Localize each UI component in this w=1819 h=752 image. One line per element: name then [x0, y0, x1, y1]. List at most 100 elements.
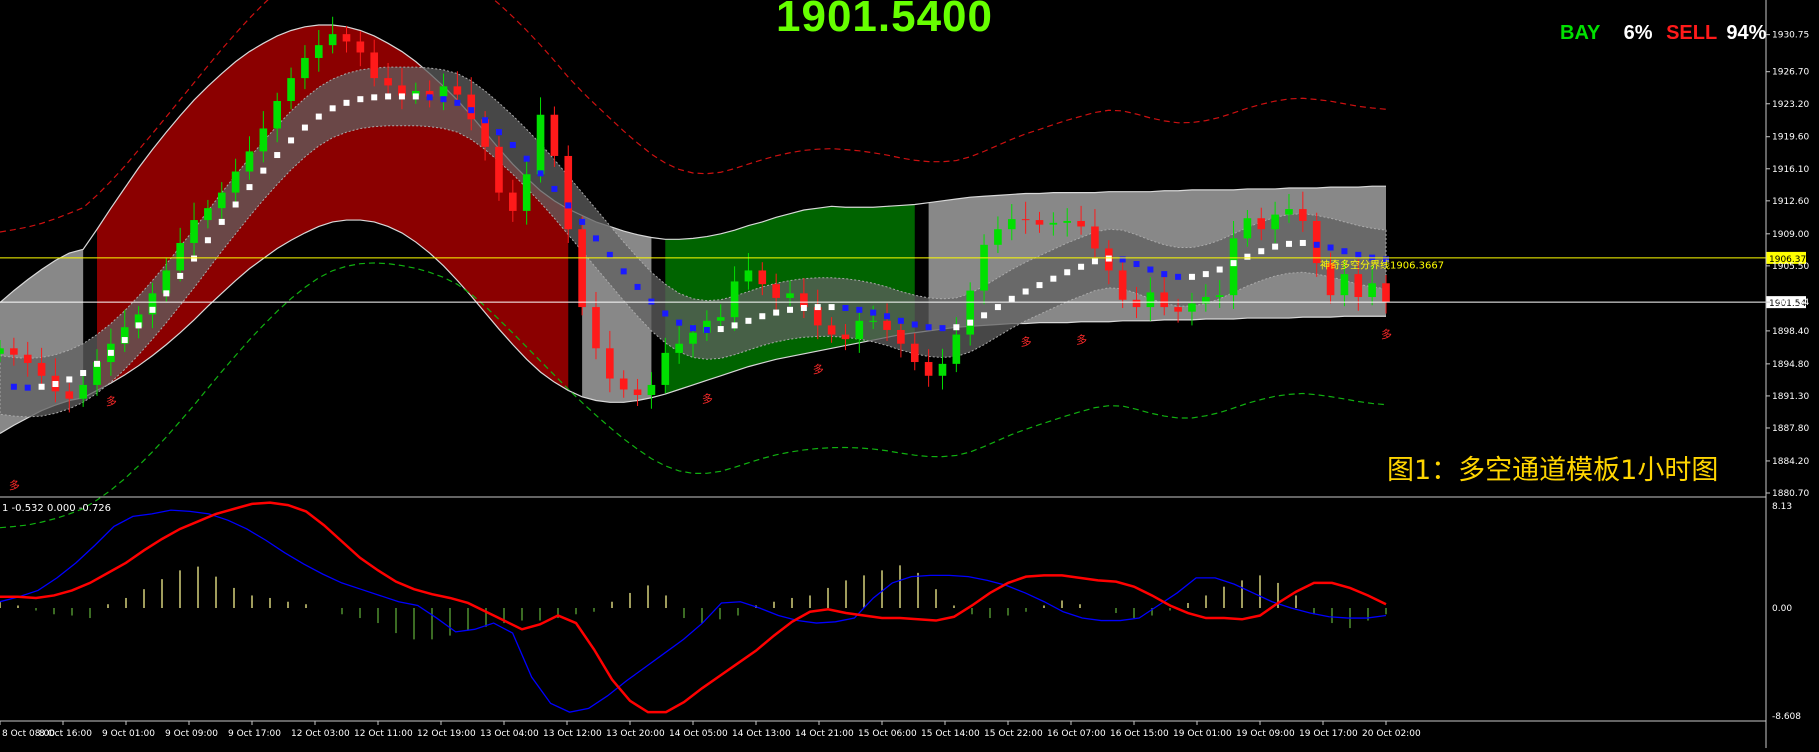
mid-line-marker	[1188, 273, 1195, 280]
mid-line-marker	[620, 268, 627, 275]
mid-line-marker	[440, 96, 447, 103]
bay-percent: 6%	[1623, 22, 1653, 44]
candle-body	[1188, 303, 1196, 312]
price-tick-label: 1916.10	[1772, 165, 1809, 175]
candle-body	[786, 293, 794, 298]
mid-line-marker	[953, 324, 960, 331]
candle-body	[966, 290, 975, 335]
candle-body	[869, 320, 877, 322]
mid-line-marker	[1119, 256, 1126, 263]
mid-line-marker	[634, 283, 641, 290]
candle-body	[273, 101, 282, 129]
candle-body	[1091, 226, 1099, 249]
macd-header-values: 1 -0.532 0.000 -0.726	[2, 503, 111, 514]
mid-line-marker	[856, 306, 863, 313]
signal-label: 多	[813, 362, 824, 376]
time-tick-label: 14 Oct 13:00	[732, 729, 791, 739]
mid-line-marker	[814, 304, 821, 311]
mid-line-marker	[551, 185, 558, 192]
candle-body	[37, 362, 46, 376]
mid-line-marker	[994, 304, 1001, 311]
candle-body	[744, 270, 753, 282]
candle-body	[162, 270, 171, 294]
candle-body	[1354, 274, 1363, 298]
mid-line-marker	[315, 113, 322, 120]
price-tick-label: 1909.00	[1772, 230, 1809, 240]
mid-line-marker	[592, 235, 599, 242]
candle-body	[536, 114, 545, 175]
time-tick-label: 16 Oct 07:00	[1047, 729, 1106, 739]
mid-line-marker	[1202, 271, 1209, 278]
mid-line-marker	[1258, 248, 1265, 255]
mid-line-marker	[523, 155, 530, 162]
candle-body	[79, 384, 87, 399]
time-tick-label: 13 Oct 20:00	[606, 729, 665, 739]
mid-line-marker	[1022, 288, 1029, 295]
candle-body	[301, 57, 309, 79]
price-tick-label: 1894.80	[1772, 360, 1809, 370]
mid-line-marker	[773, 309, 780, 316]
mid-line-marker	[371, 94, 378, 101]
mid-line-marker	[509, 141, 516, 148]
time-tick-label: 15 Oct 22:00	[984, 729, 1043, 739]
mid-line-marker	[468, 107, 475, 114]
candle-body	[841, 334, 850, 340]
mid-line-marker	[232, 201, 239, 208]
mid-line-marker	[925, 324, 932, 331]
mid-line-marker	[52, 381, 59, 388]
candle-body	[1215, 295, 1224, 298]
mid-line-marker	[1272, 243, 1279, 250]
mid-line-marker	[329, 105, 336, 112]
signal-label: 多	[9, 478, 20, 492]
candle-body	[994, 229, 1002, 245]
candle-body	[1243, 218, 1252, 239]
candle-body	[897, 329, 905, 344]
mid-line-marker	[1327, 244, 1334, 251]
candle-body	[10, 348, 18, 355]
candle-body	[827, 325, 836, 335]
mid-line-marker	[107, 349, 114, 356]
candle-body	[938, 363, 947, 376]
mid-line-marker	[1050, 275, 1057, 282]
mid-line-marker	[1355, 251, 1362, 258]
candle-body	[176, 242, 184, 271]
candle-body	[1271, 214, 1279, 230]
time-tick-label: 13 Oct 04:00	[480, 729, 539, 739]
mid-line-marker	[1105, 255, 1112, 262]
candle-body	[259, 128, 268, 152]
candle-body	[314, 45, 323, 58]
mid-line-marker	[662, 310, 669, 317]
mid-line-marker	[135, 322, 142, 329]
candle-body	[287, 78, 295, 102]
mid-line-marker	[1341, 248, 1348, 255]
mid-line-marker	[10, 383, 17, 390]
mid-line-marker	[357, 96, 364, 103]
mid-line-marker	[579, 218, 586, 225]
candle-body	[453, 86, 462, 95]
time-tick-label: 9 Oct 09:00	[165, 729, 218, 739]
time-tick-label: 8 Oct 16:00	[39, 729, 92, 739]
time-tick-label: 12 Oct 11:00	[354, 729, 413, 739]
candle-body	[1021, 219, 1030, 221]
candle-body	[910, 343, 919, 363]
chart-svg: 1906.371901.54 多多 多多多多多 1930.751926.70192…	[0, 0, 1819, 748]
mid-line-marker	[482, 117, 489, 124]
sell-percent: 94%	[1726, 22, 1767, 44]
candle-body	[495, 146, 503, 193]
candle-body	[647, 384, 656, 396]
price-tick-label: 1898.40	[1772, 327, 1809, 337]
mid-line-marker	[717, 326, 724, 333]
mid-line-marker	[66, 376, 73, 383]
candle-body	[578, 229, 586, 308]
mid-line-marker	[537, 170, 544, 177]
mid-line-marker	[1216, 266, 1223, 273]
candle-body	[1160, 292, 1169, 308]
mid-line-marker	[703, 326, 710, 333]
candle-body	[1229, 238, 1238, 296]
candle-body	[1382, 283, 1390, 303]
mid-line-marker	[163, 290, 170, 297]
mid-line-marker	[495, 129, 502, 136]
macd-tick-label: -8.608	[1772, 712, 1801, 722]
mid-line-marker	[800, 304, 807, 311]
mid-line-marker	[884, 313, 891, 320]
